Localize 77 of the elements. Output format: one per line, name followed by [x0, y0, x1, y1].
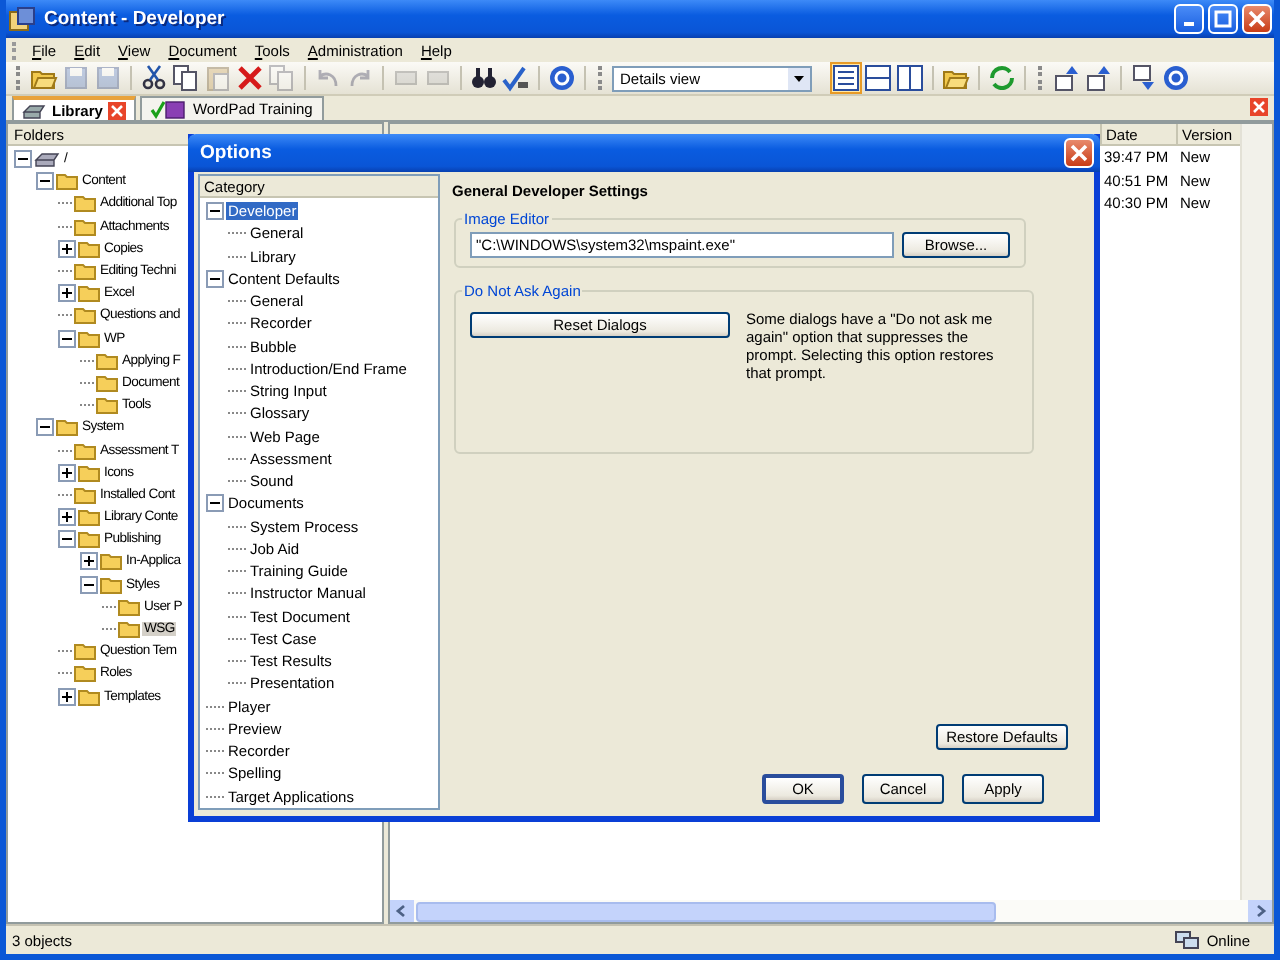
- columns-view-icon[interactable]: [896, 64, 924, 92]
- close-tab-icon[interactable]: [108, 101, 127, 119]
- folder-icon: [96, 373, 118, 392]
- scroll-right-icon[interactable]: [1248, 900, 1272, 922]
- dialog-title: Options: [200, 142, 272, 164]
- scissors-icon[interactable]: [140, 64, 168, 92]
- maximize-icon: [1214, 10, 1232, 28]
- network-icon: [1174, 930, 1201, 950]
- expand-toggle-icon[interactable]: [14, 150, 32, 169]
- folder-icon: [56, 418, 78, 437]
- split-view-icon[interactable]: [864, 64, 892, 92]
- folder-icon: [56, 172, 78, 191]
- drive-icon: [34, 150, 60, 169]
- folder-icon: [74, 217, 96, 236]
- folder-icon: [100, 552, 122, 571]
- expand-toggle-icon[interactable]: [58, 463, 76, 482]
- expand-toggle-icon[interactable]: [58, 530, 76, 549]
- maximize-button[interactable]: [1208, 4, 1238, 34]
- folder-icon: [78, 530, 100, 549]
- app-icon: [8, 5, 36, 33]
- folder-icon: [96, 396, 118, 415]
- folder-icon: [118, 620, 140, 639]
- download-icon[interactable]: [1130, 64, 1158, 92]
- check-book-icon: [150, 99, 187, 119]
- close-button[interactable]: [1242, 4, 1272, 34]
- folder-icon: [74, 664, 96, 683]
- expand-toggle-icon[interactable]: [36, 172, 54, 191]
- close-icon: [1070, 144, 1088, 162]
- expand-toggle-icon[interactable]: [206, 494, 224, 513]
- close-icon[interactable]: [1250, 98, 1268, 116]
- folder-icon: [74, 642, 96, 661]
- toolbar-grip[interactable]: [16, 66, 22, 90]
- refresh-icon[interactable]: [988, 64, 1016, 92]
- expand-toggle-icon[interactable]: [58, 508, 76, 527]
- expand-toggle-icon[interactable]: [58, 284, 76, 303]
- folder-icon: [78, 239, 100, 258]
- expand-toggle-icon[interactable]: [80, 552, 98, 571]
- folder-icon: [74, 441, 96, 460]
- horizontal-scrollbar[interactable]: [390, 900, 1272, 922]
- folder-icon: [78, 329, 100, 348]
- folder-icon: [78, 463, 100, 482]
- expand-toggle-icon[interactable]: [58, 329, 76, 348]
- binoculars-icon[interactable]: [470, 64, 498, 92]
- close-icon: [1248, 10, 1266, 28]
- caret-icon: [788, 67, 810, 89]
- delete-icon[interactable]: [236, 64, 264, 92]
- expand-toggle-icon[interactable]: [58, 687, 76, 706]
- folder-icon: [74, 194, 96, 213]
- spell-check-icon[interactable]: [502, 64, 530, 92]
- expand-toggle-icon[interactable]: [58, 239, 76, 258]
- details-view-icon[interactable]: [832, 64, 860, 92]
- close-button[interactable]: [1064, 138, 1094, 168]
- folder-icon: [100, 575, 122, 594]
- vertical-scrollbar[interactable]: [1240, 124, 1272, 900]
- toolbar-grip[interactable]: [598, 66, 604, 90]
- folder-icon: [74, 306, 96, 325]
- folder-icon: [74, 262, 96, 281]
- folder-icon: [96, 351, 118, 370]
- window-title: Content - Developer: [44, 8, 225, 30]
- folder-icon: [118, 597, 140, 616]
- expand-toggle-icon[interactable]: [206, 269, 224, 288]
- check-in-icon[interactable]: [1052, 64, 1080, 92]
- folder-icon: [78, 508, 100, 527]
- folder-icon: [74, 485, 96, 504]
- minimize-icon: [1184, 22, 1194, 26]
- toolbar-grip[interactable]: [1038, 66, 1044, 90]
- minimize-button[interactable]: [1174, 4, 1204, 34]
- scroll-left-icon[interactable]: [390, 900, 414, 922]
- expand-toggle-icon[interactable]: [80, 575, 98, 594]
- expand-toggle-icon[interactable]: [36, 418, 54, 437]
- folder-icon: [78, 687, 100, 706]
- expand-toggle-icon[interactable]: [206, 202, 224, 221]
- drive-icon: [22, 101, 46, 119]
- folder-icon: [78, 284, 100, 303]
- copy-icon[interactable]: [172, 64, 200, 92]
- check-out-icon[interactable]: [1084, 64, 1112, 92]
- scroll-thumb[interactable]: [416, 901, 996, 921]
